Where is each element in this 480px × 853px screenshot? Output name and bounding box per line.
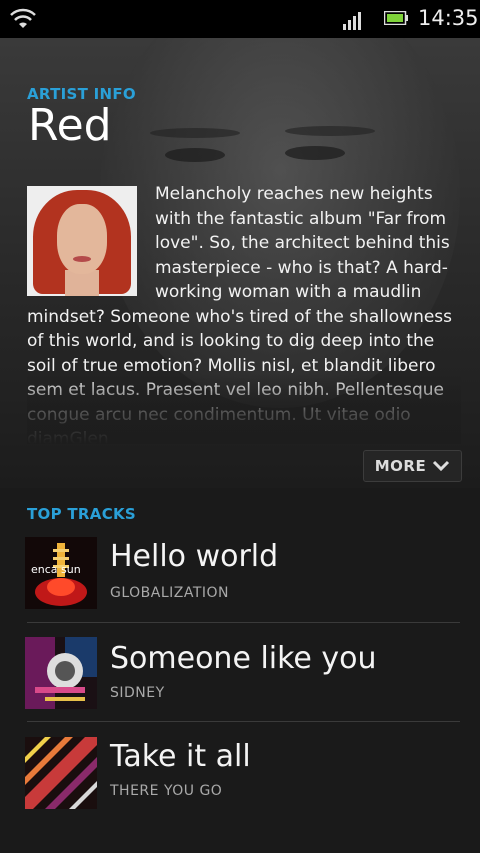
hero-eye-left <box>165 148 225 162</box>
photo-face <box>57 204 107 274</box>
top-tracks-label: TOP TRACKS <box>27 505 137 523</box>
track-album: GLOBALIZATION <box>110 585 230 601</box>
artist-name: Red <box>28 100 112 151</box>
more-button[interactable]: MORE <box>363 450 462 482</box>
hero-brow-left <box>150 128 240 138</box>
track-item[interactable]: Someone like you SIDNEY <box>0 635 480 735</box>
track-album: THERE YOU GO <box>110 783 223 799</box>
wifi-icon <box>10 8 36 28</box>
bio-fade <box>27 374 461 444</box>
artist-bio: Melancholy reaches new heights with the … <box>27 182 461 444</box>
divider <box>27 622 460 623</box>
track-3-artwork <box>25 737 97 809</box>
signal-icon <box>343 12 361 30</box>
hero-brow-right <box>285 126 375 136</box>
hero-eye-right <box>285 146 345 160</box>
photo-lips <box>73 256 91 262</box>
track-2-artwork <box>25 637 97 709</box>
track-album: SIDNEY <box>110 685 165 701</box>
track-item[interactable]: Take it all THERE YOU GO <box>0 735 480 835</box>
divider <box>27 721 460 722</box>
track-1-art-text: enca sun <box>31 563 81 576</box>
track-title: Someone like you <box>110 641 377 676</box>
clock: 14:35 <box>418 6 479 30</box>
status-bar: 14:35 <box>0 0 480 38</box>
track-1-artwork: enca sun <box>25 537 97 609</box>
track-title: Take it all <box>110 739 251 774</box>
more-button-label: MORE <box>374 457 427 475</box>
track-item[interactable]: enca sun Hello world GLOBALIZATION <box>0 535 480 635</box>
chevron-down-icon <box>433 460 450 472</box>
track-title: Hello world <box>110 539 279 574</box>
album-art-image <box>25 737 97 809</box>
artist-photo <box>27 186 137 296</box>
album-art-image <box>25 637 97 709</box>
battery-icon <box>384 11 408 25</box>
